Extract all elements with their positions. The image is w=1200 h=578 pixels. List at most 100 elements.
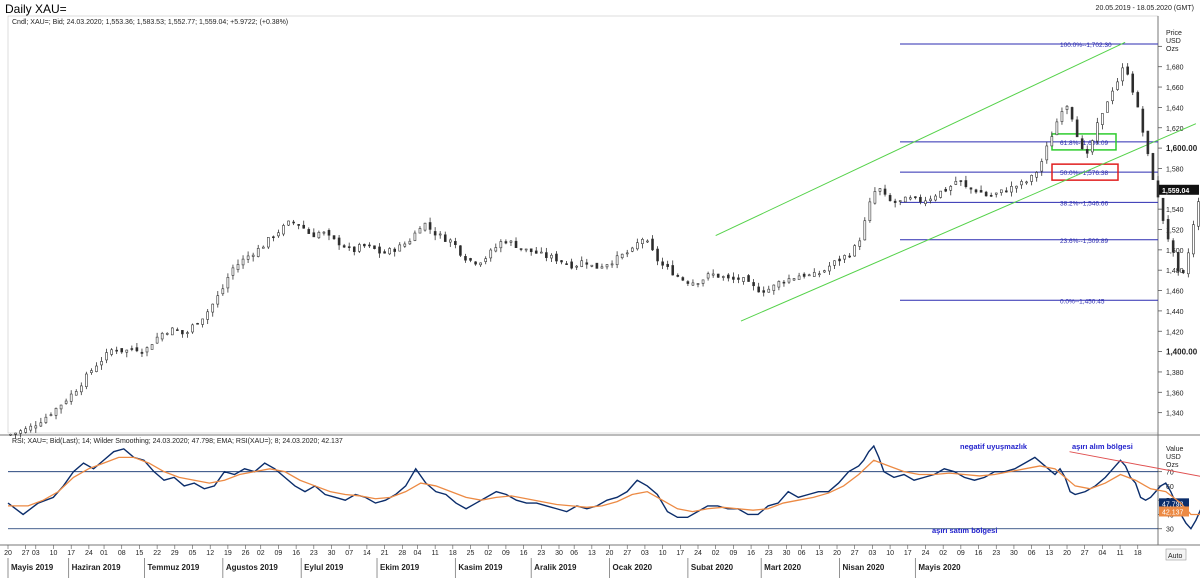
- rsi-axis-title: USD: [1166, 454, 1181, 461]
- fib-label: 38.2%--1,546.66: [1060, 200, 1108, 207]
- candle-body: [534, 250, 538, 254]
- x-tick-label: 27: [1081, 550, 1089, 557]
- divergence-annotation: negatif uyuşmazlık: [960, 442, 1028, 451]
- month-label: Temmuz 2019: [147, 563, 199, 572]
- price-tick-label: 1,420: [1166, 329, 1184, 336]
- candle-body: [818, 273, 821, 276]
- price-tick-label: 1,340: [1166, 411, 1184, 418]
- candle-body: [1111, 90, 1114, 102]
- candle-body: [651, 238, 654, 251]
- x-tick-label: 28: [398, 550, 406, 557]
- x-tick-label: 20: [4, 550, 12, 557]
- chart-window: Daily XAU= 20.05.2019 - 18.05.2020 (GMT)…: [0, 0, 1200, 578]
- candle-body: [853, 245, 857, 257]
- candle-body: [1151, 153, 1155, 181]
- chart-canvas[interactable]: Cndl; XAU=; Bid; 24.03.2020; 1,553.36; 1…: [0, 0, 1200, 578]
- price-axis-title: Ozs: [1166, 46, 1179, 53]
- candle-body: [1025, 181, 1028, 184]
- candle-body: [878, 188, 882, 192]
- x-tick-label: 21: [381, 550, 389, 557]
- candle-body: [54, 407, 58, 416]
- candle-body: [737, 277, 740, 280]
- x-tick-label: 16: [747, 550, 755, 557]
- candle-body: [1060, 111, 1064, 122]
- candle-body: [757, 286, 760, 293]
- candle-body: [838, 258, 841, 262]
- x-tick-label: 08: [118, 550, 126, 557]
- candle-body: [539, 251, 543, 254]
- x-tick-label: 23: [537, 550, 545, 557]
- candle-body: [504, 241, 508, 244]
- candle-body: [782, 281, 786, 284]
- candle-body: [959, 180, 963, 182]
- x-tick-label: 02: [257, 550, 265, 557]
- candle-body: [716, 273, 720, 278]
- candle-body: [302, 224, 306, 229]
- candle-body: [287, 220, 290, 226]
- candle-body: [165, 333, 169, 335]
- candle-body: [1005, 190, 1008, 193]
- candle-body: [656, 248, 659, 262]
- candle-body: [449, 239, 452, 243]
- candle-body: [812, 272, 816, 277]
- candle-body: [464, 256, 467, 261]
- x-tick-label: 23: [992, 550, 1000, 557]
- candle-body: [337, 237, 341, 246]
- candle-body: [767, 288, 771, 293]
- candle-body: [499, 241, 503, 249]
- candle-body: [1187, 252, 1190, 275]
- month-label: Haziran 2019: [72, 563, 121, 572]
- candle-body: [1010, 186, 1013, 193]
- candle-body: [246, 255, 250, 260]
- price-tick-label: 1,580: [1166, 166, 1184, 173]
- candle-body: [1126, 66, 1129, 75]
- x-tick-label: 26: [242, 550, 250, 557]
- candle-body: [873, 191, 877, 204]
- candle-body: [545, 252, 548, 258]
- candle-body: [201, 318, 204, 325]
- candle-body: [934, 195, 937, 201]
- candle-body: [747, 275, 750, 282]
- x-tick-label: 14: [363, 550, 371, 557]
- x-tick-label: 20: [833, 550, 841, 557]
- x-tick-label: 03: [868, 550, 876, 557]
- price-legend: Cndl; XAU=; Bid; 24.03.2020; 1,553.36; 1…: [12, 19, 288, 26]
- candle-body: [95, 365, 98, 372]
- candle-body: [297, 224, 300, 226]
- candle-body: [403, 243, 407, 247]
- candle-body: [681, 277, 685, 281]
- candle-body: [312, 232, 316, 238]
- candle-body: [600, 266, 604, 269]
- candle-body: [727, 274, 730, 279]
- candle-body: [686, 281, 690, 284]
- x-tick-label: 22: [153, 550, 161, 557]
- fib-label: 100.0%--1,702.30: [1060, 42, 1112, 49]
- candle-body: [221, 288, 225, 295]
- month-label: Ocak 2020: [613, 563, 653, 572]
- price-tick-label: 1,360: [1166, 390, 1184, 397]
- price-tick-label: 1,640: [1166, 105, 1184, 112]
- candle-body: [1156, 180, 1160, 198]
- candle-body: [69, 393, 73, 402]
- price-tick-label: 1,500: [1166, 248, 1184, 255]
- candle-body: [277, 232, 280, 237]
- rsi-axis-title: Value: [1166, 446, 1183, 453]
- candle-body: [676, 274, 680, 277]
- month-label: Agustos 2019: [226, 563, 279, 572]
- candle-body: [646, 240, 649, 243]
- x-tick-label: 20: [1063, 550, 1071, 557]
- candle-body: [828, 265, 831, 272]
- channel-lower-line: [740, 123, 1197, 322]
- candle-body: [883, 188, 887, 195]
- x-tick-label: 13: [815, 550, 823, 557]
- candle-body: [964, 180, 968, 187]
- x-tick-label: 02: [712, 550, 720, 557]
- candle-body: [863, 220, 867, 241]
- candle-body: [1090, 140, 1094, 153]
- candle-body: [206, 311, 209, 320]
- candle-body: [752, 282, 755, 287]
- candle-body: [1085, 149, 1089, 154]
- candle-body: [969, 187, 973, 190]
- x-tick-label: 11: [432, 550, 439, 557]
- candle-body: [974, 189, 978, 193]
